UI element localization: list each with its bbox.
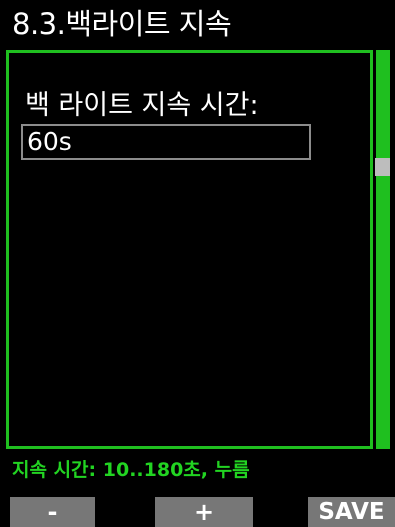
increase-button[interactable]: + (155, 497, 253, 527)
duration-value-field[interactable]: 60s (21, 124, 311, 160)
page-title: 8.3.백라이트 지속 (12, 7, 232, 41)
duration-value: 60s (27, 127, 72, 156)
scrollbar-track[interactable] (373, 50, 390, 449)
setting-label: 백 라이트 지속 시간: (25, 90, 259, 121)
decrease-button[interactable]: - (10, 497, 95, 527)
save-button[interactable]: SAVE (308, 497, 395, 527)
softkey-bar: - + SAVE (0, 497, 395, 527)
title-bar: 8.3.백라이트 지속 (0, 0, 395, 47)
range-hint: 지속 시간: 10..180초, 누름 (12, 459, 250, 481)
scrollbar-thumb[interactable] (375, 158, 390, 176)
